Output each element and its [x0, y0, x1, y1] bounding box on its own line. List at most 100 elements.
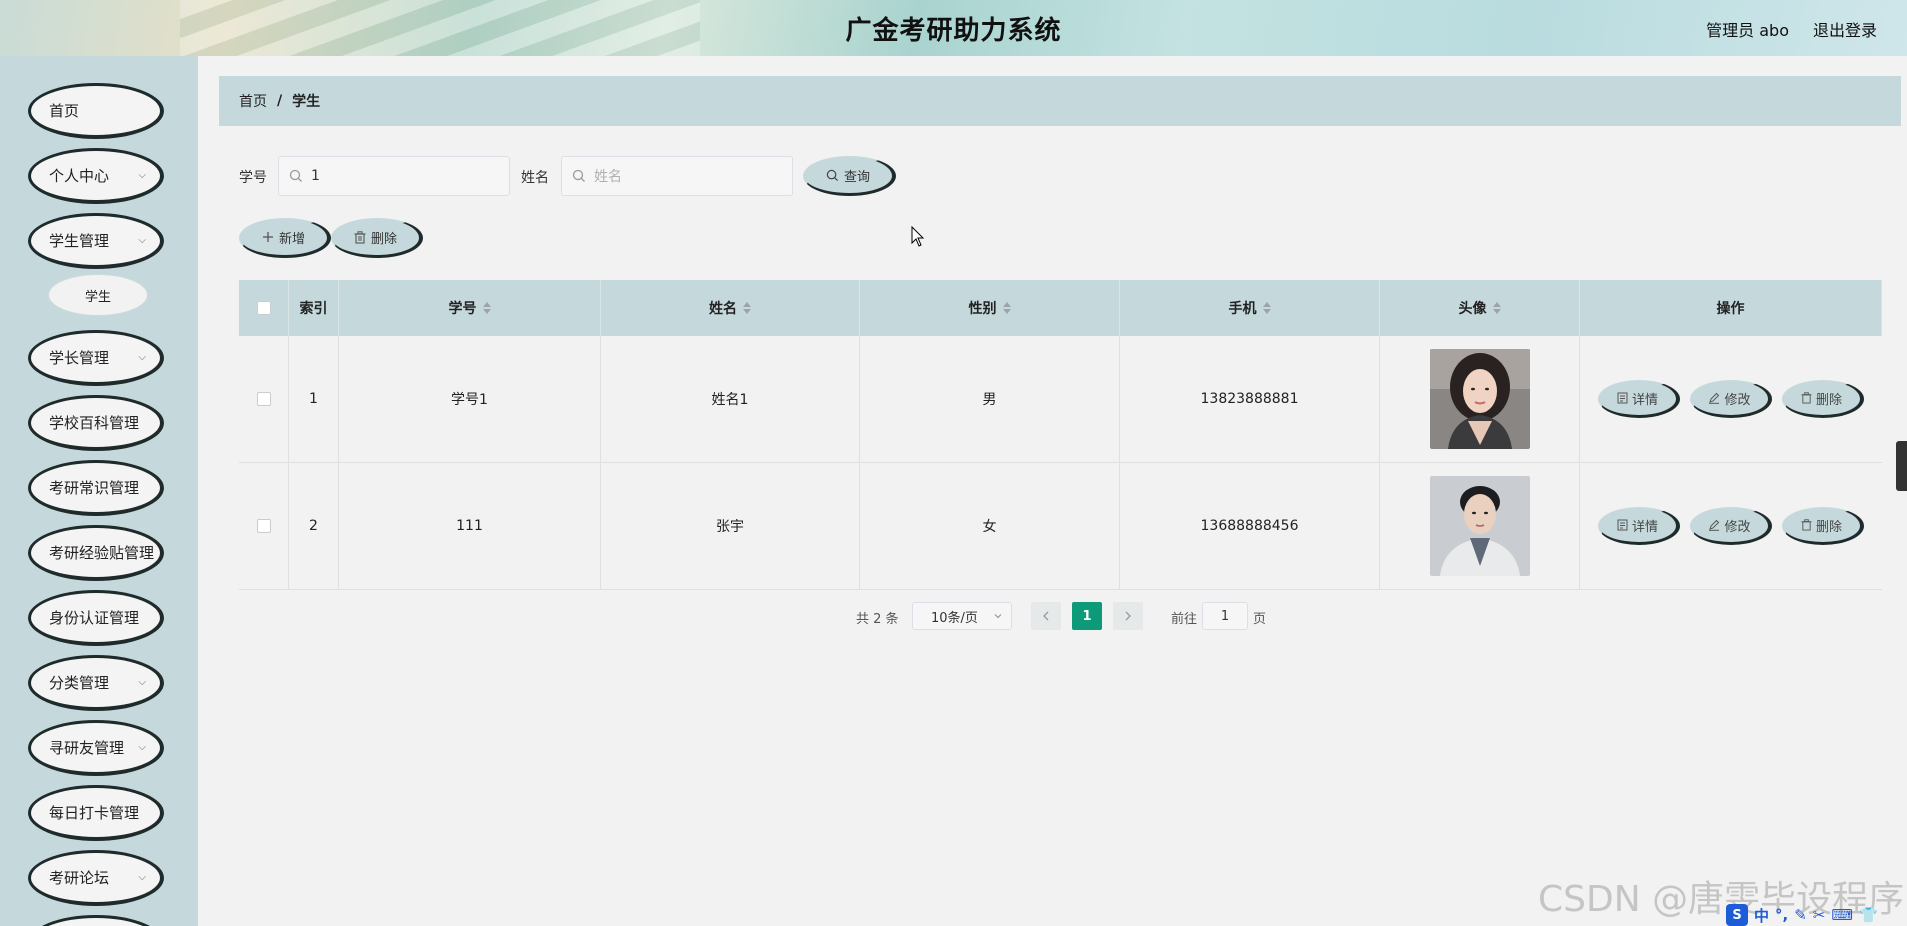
query-button[interactable]: 查询: [803, 156, 896, 196]
current-user: 管理员 abo: [1706, 21, 1789, 40]
sort-icon[interactable]: [743, 302, 751, 314]
prev-page-button[interactable]: [1031, 602, 1061, 630]
sidebar-item-label: 身份认证管理: [49, 609, 140, 627]
delete-button[interactable]: 删除: [1782, 380, 1864, 418]
cell-index: 1: [289, 336, 339, 462]
sidebar-item-experience-posts[interactable]: 考研经验贴管理: [28, 525, 164, 581]
column-header-name[interactable]: 姓名: [601, 280, 860, 336]
column-header-sno[interactable]: 学号: [339, 280, 601, 336]
ime-toolbar[interactable]: S 中 °, ✎ ✂ ⌨ 👕: [1726, 904, 1907, 926]
name-input-placeholder: 姓名: [594, 169, 622, 185]
edit-button-label: 修改: [1724, 392, 1751, 408]
column-header-sex[interactable]: 性别: [860, 280, 1120, 336]
sidebar-item-school-wiki[interactable]: 学校百科管理: [28, 395, 164, 451]
sidebar-item-senior-management[interactable]: 学长管理 ⌵: [28, 330, 164, 386]
cell-index: 2: [289, 463, 339, 589]
sidebar-item-label: 考研常识管理: [49, 479, 140, 497]
add-button[interactable]: 新增: [239, 218, 331, 258]
cell-sno: 111: [339, 463, 601, 589]
sidebar-item-label: 首页: [49, 102, 80, 120]
sidebar-subitem-student[interactable]: 学生: [48, 274, 148, 316]
chevron-down-icon: ⌵: [138, 170, 146, 181]
side-drawer-handle[interactable]: [1896, 441, 1907, 491]
sidebar-item-label: 学生管理: [49, 232, 110, 250]
avatar[interactable]: [1429, 349, 1530, 449]
sidebar-item-label: 学校百科管理: [49, 414, 140, 432]
sidebar-item-identity-verification[interactable]: 身份认证管理: [28, 590, 164, 646]
cell-actions: 详情 修改 删除: [1580, 463, 1882, 589]
delete-button[interactable]: 删除: [1782, 507, 1864, 545]
detail-button[interactable]: 详情: [1598, 380, 1680, 418]
punctuation-icon: °,: [1775, 906, 1789, 924]
column-header-label: 头像: [1458, 301, 1487, 317]
sno-label: 学号: [239, 170, 267, 186]
page-number-current[interactable]: 1: [1072, 602, 1102, 630]
app-title: 广金考研助力系统: [845, 16, 1062, 46]
mouse-cursor-icon: [911, 226, 925, 247]
avatar[interactable]: [1429, 476, 1530, 576]
scissors-icon: ✂: [1812, 906, 1826, 924]
add-button-label: 新增: [278, 231, 305, 247]
sidebar-item-label: 个人中心: [49, 167, 110, 185]
name-search-input[interactable]: 姓名: [561, 156, 793, 196]
sidebar-item-label: 考研论坛: [49, 869, 110, 887]
sidebar: 首页 个人中心 ⌵ 学生管理 ⌵ 学生 学长管理 ⌵ 学校百科管理 考研常识管理 考研…: [0, 56, 198, 926]
delete-button-label: 删除: [1815, 519, 1842, 535]
sidebar-item-daily-checkin[interactable]: 每日打卡管理: [28, 785, 164, 841]
delete-button-label: 删除: [1815, 392, 1842, 408]
goto-page-suffix: 页: [1253, 612, 1267, 627]
detail-button-label: 详情: [1631, 392, 1658, 408]
sidebar-item-category-management[interactable]: 分类管理 ⌵: [28, 655, 164, 711]
search-icon: [826, 169, 839, 181]
sort-icon[interactable]: [1492, 302, 1501, 314]
column-header-avatar[interactable]: 头像: [1380, 280, 1580, 336]
sidebar-item-home[interactable]: 首页: [28, 83, 164, 139]
breadcrumb-separator: /: [277, 93, 283, 109]
batch-delete-label: 删除: [370, 231, 397, 247]
select-all-checkbox[interactable]: [256, 301, 271, 315]
search-icon: [572, 169, 585, 182]
query-button-label: 查询: [843, 169, 870, 185]
column-header-index: 索引: [289, 280, 339, 336]
table-row: 2 111 张宇 女 13688888456 详情 修改 删除: [239, 463, 1882, 590]
sidebar-subitem-label: 学生: [84, 289, 111, 305]
name-label: 姓名: [521, 170, 549, 186]
goto-page-input[interactable]: 1: [1202, 602, 1248, 630]
plus-icon: [262, 232, 273, 242]
pen-icon: ✎: [1794, 906, 1807, 924]
sidebar-item-study-partner[interactable]: 寻研友管理 ⌵: [28, 720, 164, 776]
chevron-down-icon: ⌵: [138, 677, 146, 688]
column-header-phone[interactable]: 手机: [1120, 280, 1380, 336]
batch-delete-button[interactable]: 删除: [331, 218, 423, 258]
sidebar-item-more[interactable]: [28, 915, 164, 926]
students-table: 索引 学号 姓名 性别 手机 头像 操作 1 学号1 姓名1 男 1382388…: [239, 280, 1882, 590]
column-header-label: 学号: [448, 301, 477, 317]
breadcrumb: 首页 / 学生: [219, 76, 1901, 126]
sort-icon[interactable]: [1262, 302, 1271, 314]
edit-button[interactable]: 修改: [1690, 507, 1772, 545]
sno-search-input[interactable]: 1: [278, 156, 510, 196]
detail-button-label: 详情: [1631, 519, 1658, 535]
sort-icon[interactable]: [1002, 302, 1011, 314]
breadcrumb-home[interactable]: 首页: [239, 91, 267, 111]
sidebar-item-label: 寻研友管理: [49, 739, 125, 757]
row-checkbox[interactable]: [256, 519, 271, 533]
sidebar-item-forum[interactable]: 考研论坛 ⌵: [28, 850, 164, 906]
trash-icon: [1801, 519, 1812, 531]
next-page-button[interactable]: [1113, 602, 1143, 630]
sidebar-item-exam-knowledge[interactable]: 考研常识管理: [28, 460, 164, 516]
ime-mode: 中: [1754, 906, 1770, 925]
detail-button[interactable]: 详情: [1598, 507, 1680, 545]
sidebar-item-student-management[interactable]: 学生管理 ⌵: [28, 213, 164, 269]
column-header-label: 姓名: [709, 301, 737, 317]
goto-label: 前往: [1171, 612, 1198, 627]
logout-link[interactable]: 退出登录: [1813, 17, 1877, 41]
sidebar-item-personal-center[interactable]: 个人中心 ⌵: [28, 148, 164, 204]
breadcrumb-current: 学生: [292, 94, 321, 110]
cell-phone: 13823888881: [1120, 336, 1380, 462]
edit-button[interactable]: 修改: [1690, 380, 1772, 418]
column-header-label: 索引: [299, 301, 328, 317]
page-size-select[interactable]: 10条/页: [912, 602, 1012, 630]
sort-icon[interactable]: [482, 302, 491, 314]
row-checkbox[interactable]: [256, 392, 271, 406]
